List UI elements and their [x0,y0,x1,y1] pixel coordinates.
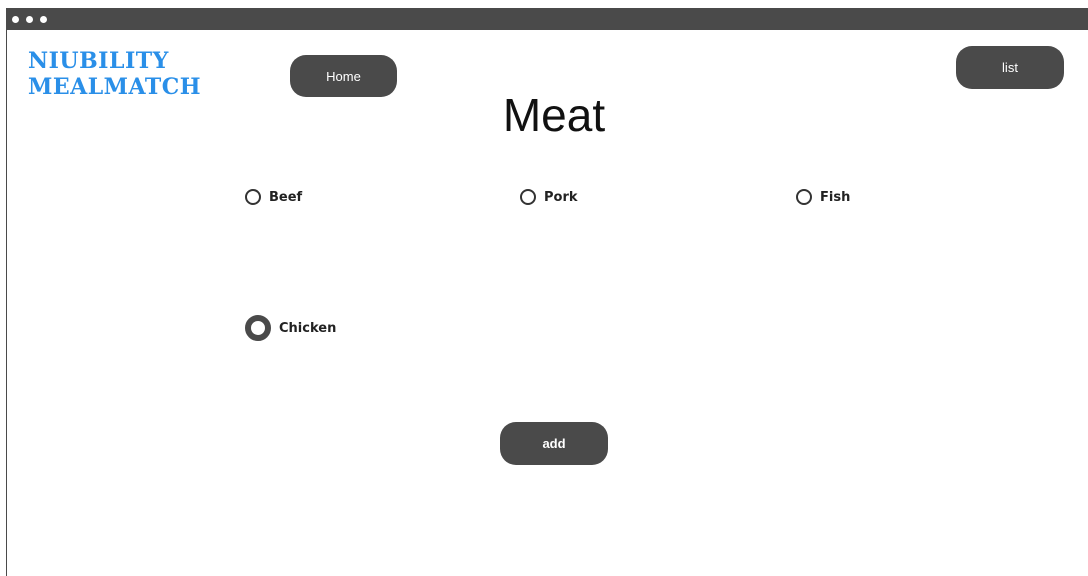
list-button[interactable]: list [956,46,1064,89]
radio-option-fish[interactable]: Fish [796,189,850,205]
radio-option-pork[interactable]: Pork [520,189,578,205]
radio-button-selected[interactable] [245,315,271,341]
brand-logo-line1: NIUBILITY [28,48,169,74]
window-control-dot[interactable] [12,16,19,23]
radio-label-fish: Fish [820,189,851,205]
add-button[interactable]: add [500,422,608,465]
radio-button[interactable] [796,189,812,205]
radio-option-beef[interactable]: Beef [245,189,302,205]
window-control-dot[interactable] [26,16,33,23]
page-title: Meat [502,89,606,141]
radio-button[interactable] [245,189,261,205]
window-titlebar [6,8,1088,30]
radio-label-beef: Beef [269,189,303,205]
radio-button[interactable] [520,189,536,205]
radio-label-chicken: Chicken [279,320,337,336]
radio-label-pork: Pork [544,189,578,205]
radio-option-chicken[interactable]: Chicken [245,315,336,341]
window-control-dot[interactable] [40,16,47,23]
